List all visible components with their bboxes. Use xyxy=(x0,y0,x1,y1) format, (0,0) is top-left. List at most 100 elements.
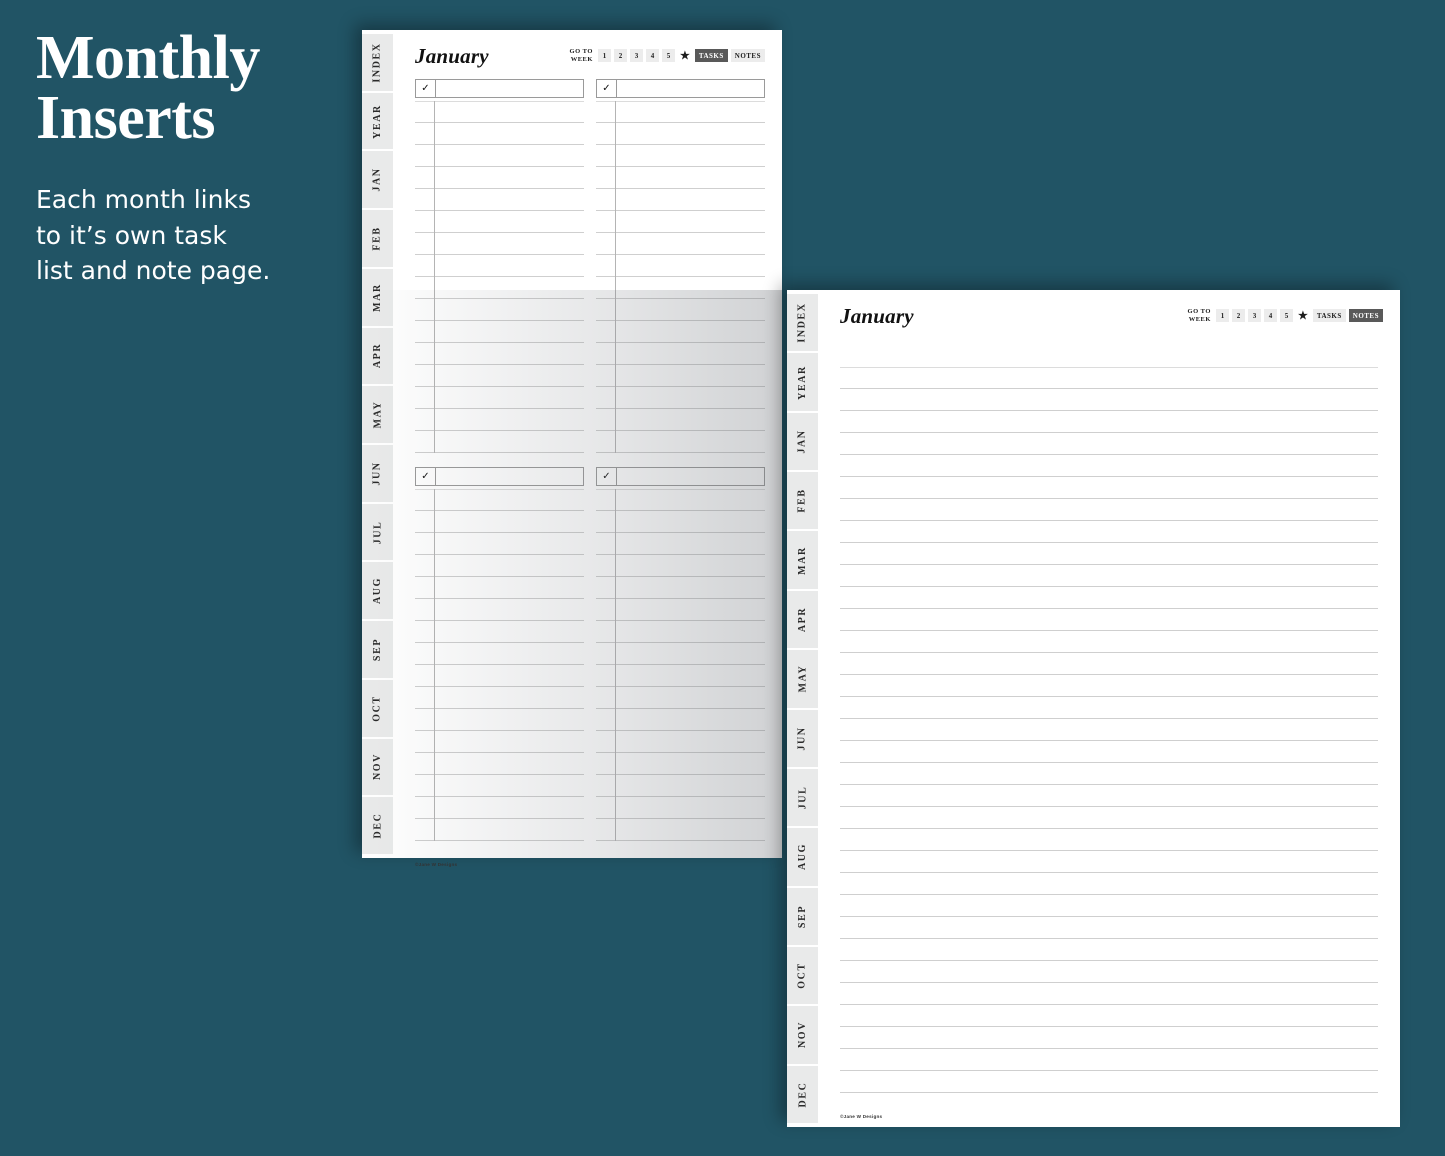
task-row[interactable] xyxy=(415,299,584,321)
month-tab-apr[interactable]: APR xyxy=(787,590,818,649)
note-line[interactable] xyxy=(840,873,1378,895)
month-tab-oct[interactable]: OCT xyxy=(362,679,393,737)
task-row[interactable] xyxy=(596,577,765,599)
month-tab-aug[interactable]: AUG xyxy=(787,828,818,886)
nav-week-3[interactable]: 3 xyxy=(629,49,643,63)
note-line[interactable] xyxy=(840,741,1378,763)
month-tab-nov[interactable]: NOV xyxy=(362,738,393,796)
task-row[interactable] xyxy=(596,643,765,665)
checkmark-icon[interactable]: ✓ xyxy=(416,80,436,97)
task-row[interactable] xyxy=(596,431,765,453)
note-line[interactable] xyxy=(840,829,1378,851)
task-row[interactable] xyxy=(415,709,584,731)
note-line[interactable] xyxy=(840,961,1378,983)
nav-week-3[interactable]: 3 xyxy=(1247,309,1261,323)
note-line[interactable] xyxy=(840,367,1378,389)
task-row[interactable] xyxy=(596,621,765,643)
task-row[interactable] xyxy=(596,731,765,753)
note-line[interactable] xyxy=(840,631,1378,653)
task-row[interactable] xyxy=(596,775,765,797)
task-list-title-input[interactable] xyxy=(436,80,583,97)
task-list-title-input[interactable] xyxy=(617,468,764,485)
note-line[interactable] xyxy=(840,895,1378,917)
task-row[interactable] xyxy=(415,255,584,277)
task-row[interactable] xyxy=(596,101,765,123)
note-line[interactable] xyxy=(840,433,1378,455)
task-row[interactable] xyxy=(415,233,584,255)
month-tab-mar[interactable]: MAR xyxy=(362,268,393,326)
task-row[interactable] xyxy=(415,365,584,387)
task-row[interactable] xyxy=(415,687,584,709)
month-tab-feb[interactable]: FEB xyxy=(787,472,818,530)
task-row[interactable] xyxy=(415,123,584,145)
month-tab-dec[interactable]: DEC xyxy=(787,1065,818,1124)
nav-week-1[interactable]: 1 xyxy=(1215,309,1229,323)
task-row[interactable] xyxy=(596,511,765,533)
note-line[interactable] xyxy=(840,411,1378,433)
task-row[interactable] xyxy=(415,489,584,511)
task-row[interactable] xyxy=(415,343,584,365)
task-row[interactable] xyxy=(415,101,584,123)
month-tab-mar[interactable]: MAR xyxy=(787,531,818,589)
month-tab-sep[interactable]: SEP xyxy=(362,621,393,678)
task-row[interactable] xyxy=(596,819,765,841)
nav-week-1[interactable]: 1 xyxy=(597,49,611,63)
task-row[interactable] xyxy=(596,533,765,555)
month-tab-aug[interactable]: AUG xyxy=(362,562,393,620)
note-line[interactable] xyxy=(840,1049,1378,1071)
task-list-title-input[interactable] xyxy=(617,80,764,97)
nav-week-5[interactable]: 5 xyxy=(661,49,675,63)
note-line[interactable] xyxy=(840,983,1378,1005)
month-tab-jun[interactable]: JUN xyxy=(787,709,818,767)
task-row[interactable] xyxy=(596,555,765,577)
month-tab-may[interactable]: MAY xyxy=(362,386,393,444)
nav-week-4[interactable]: 4 xyxy=(1263,309,1277,323)
star-icon[interactable]: ★ xyxy=(678,49,692,62)
note-line[interactable] xyxy=(840,565,1378,587)
note-line[interactable] xyxy=(840,1071,1378,1093)
task-row[interactable] xyxy=(415,533,584,555)
nav-notes-button[interactable]: NOTES xyxy=(1348,309,1383,323)
task-row[interactable] xyxy=(415,189,584,211)
nav-notes-button[interactable]: NOTES xyxy=(730,49,765,63)
task-row[interactable] xyxy=(415,643,584,665)
note-line[interactable] xyxy=(840,499,1378,521)
checkmark-icon[interactable]: ✓ xyxy=(416,468,436,485)
task-row[interactable] xyxy=(596,665,765,687)
task-list-title-input[interactable] xyxy=(436,468,583,485)
note-line[interactable] xyxy=(840,587,1378,609)
task-row[interactable] xyxy=(596,167,765,189)
month-tab-sep[interactable]: SEP xyxy=(787,887,818,945)
nav-week-2[interactable]: 2 xyxy=(1231,309,1245,323)
task-row[interactable] xyxy=(596,387,765,409)
task-row[interactable] xyxy=(596,299,765,321)
task-row[interactable] xyxy=(596,233,765,255)
task-row[interactable] xyxy=(415,577,584,599)
nav-tasks-button[interactable]: TASKS xyxy=(694,49,728,63)
note-line[interactable] xyxy=(840,675,1378,697)
nav-tasks-button[interactable]: TASKS xyxy=(1312,309,1346,323)
task-row[interactable] xyxy=(596,255,765,277)
note-line[interactable] xyxy=(840,1027,1378,1049)
task-row[interactable] xyxy=(415,731,584,753)
task-row[interactable] xyxy=(596,687,765,709)
note-line[interactable] xyxy=(840,477,1378,499)
month-tab-feb[interactable]: FEB xyxy=(362,210,393,267)
task-row[interactable] xyxy=(415,599,584,621)
month-tab-apr[interactable]: APR xyxy=(362,327,393,385)
month-tab-dec[interactable]: DEC xyxy=(362,797,393,855)
task-row[interactable] xyxy=(596,343,765,365)
task-row[interactable] xyxy=(415,145,584,167)
task-row[interactable] xyxy=(596,409,765,431)
note-line[interactable] xyxy=(840,785,1378,807)
task-row[interactable] xyxy=(596,123,765,145)
task-row[interactable] xyxy=(415,621,584,643)
month-tab-may[interactable]: MAY xyxy=(787,650,818,708)
month-tab-year[interactable]: YEAR xyxy=(362,92,393,150)
task-row[interactable] xyxy=(415,665,584,687)
note-line[interactable] xyxy=(840,609,1378,631)
task-row[interactable] xyxy=(415,775,584,797)
month-tab-nov[interactable]: NOV xyxy=(787,1006,818,1064)
nav-week-5[interactable]: 5 xyxy=(1279,309,1293,323)
month-tab-jul[interactable]: JUL xyxy=(787,768,818,827)
